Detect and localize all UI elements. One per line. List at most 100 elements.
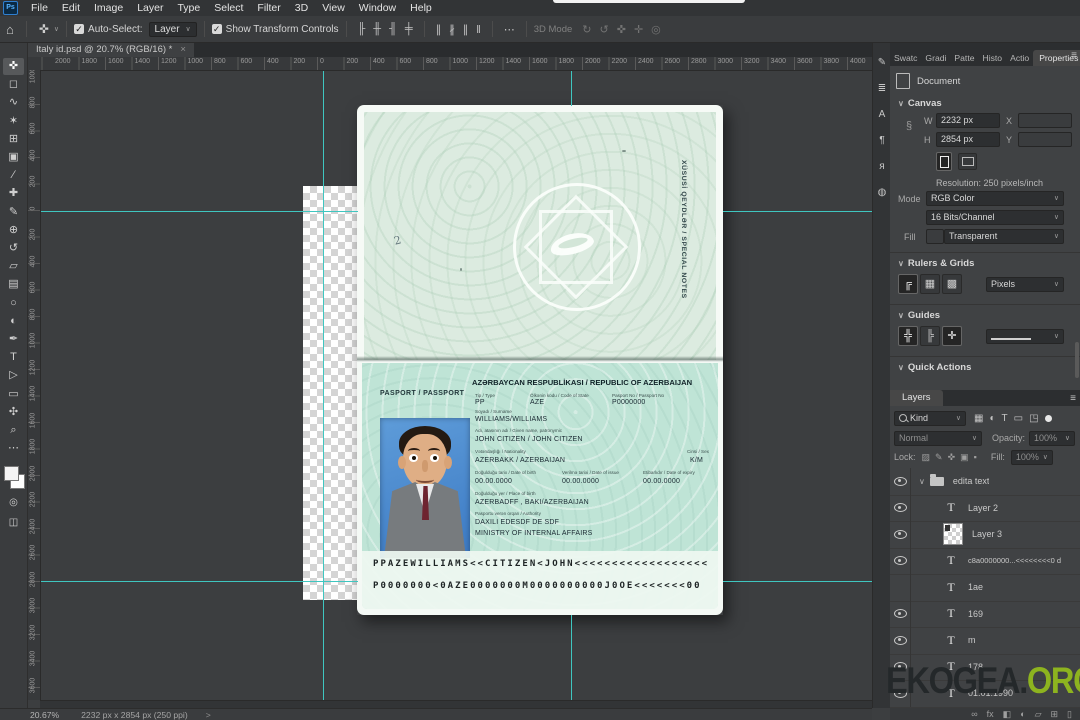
align-2-icon[interactable]: ╢ [389,23,397,35]
vertical-ruler[interactable]: 1000 800 600 400 200 0 200 400 600 800 1000 1200 140… [27,70,41,700]
eyedropper-tool[interactable]: ∕ [3,167,24,184]
filter-adjustment-layers-icon[interactable]: ◐ [989,413,995,424]
dodge-tool[interactable]: ◐ [3,313,24,330]
foreground-color-swatch[interactable] [4,466,19,481]
distribute-2-icon[interactable]: ∥ [463,24,469,36]
zoom-level[interactable]: 20.67% [30,710,59,720]
guides-section-header[interactable]: ∨ Guides [898,310,940,321]
menu-image[interactable]: Image [87,1,130,15]
object-selection-tool[interactable]: ✶ [3,113,24,130]
pen-tool[interactable]: ✒ [3,331,24,348]
group-expand-caret[interactable]: ∨ [919,477,925,486]
visibility-toggle[interactable] [890,468,911,495]
layer-filter-dropdown[interactable]: Kind ∨ [894,410,966,426]
menu-file[interactable]: File [24,1,55,15]
toggle-smart-guides-button[interactable]: ╠ [920,326,940,346]
character-panel-icon[interactable]: A [875,108,889,122]
type-tool[interactable]: T [3,349,24,366]
color-mode-dropdown[interactable]: RGB Color ∨ [926,191,1064,206]
visibility-toggle[interactable] [890,521,911,548]
menu-type[interactable]: Type [170,1,207,15]
layer-row[interactable]: T 178 [890,653,1080,681]
move-tool[interactable]: ✜ [3,58,24,75]
tab-gradi[interactable]: Gradi [921,50,950,66]
menu-help[interactable]: Help [403,1,439,15]
horizontal-guide-1-left[interactable] [40,211,358,212]
units-dropdown[interactable]: Pixels ∨ [986,277,1064,292]
toolbar-more[interactable]: ⋯ [3,440,24,457]
new-layer-icon[interactable]: ⊞ [1051,708,1059,720]
link-dimensions-icon[interactable]: § [906,120,912,132]
distribute-3-icon[interactable]: ‖ [476,24,481,36]
tab-histo[interactable]: Histo [979,50,1007,66]
distribute-1-icon[interactable]: ∦ [449,24,455,36]
lock-artboard-icon[interactable]: ▣ [960,452,969,463]
move-tool-icon[interactable]: ✜ [39,22,49,36]
toggle-snap-button[interactable]: ▩ [942,274,962,294]
horizontal-guide-2-left[interactable] [40,581,358,582]
menu-select[interactable]: Select [207,1,250,15]
adjustments-panel-icon[interactable]: ≣ [875,82,889,96]
eraser-tool[interactable]: ▱ [3,258,24,275]
menu-view[interactable]: View [315,1,352,15]
blur-tool[interactable]: ○ [3,295,24,312]
lasso-tool[interactable]: ∿ [3,94,24,111]
lock-transparency-icon[interactable]: ▨ [922,452,931,463]
filter-shape-layers-icon[interactable]: ▭ [1014,413,1023,424]
lock-guides-button[interactable]: ✛ [942,326,962,346]
align-3-icon[interactable]: ╪ [405,23,413,35]
layer-effects-icon[interactable]: fx [987,708,994,720]
document-tab[interactable]: Italy id.psd @ 20.7% (RGB/16) * × [28,42,194,57]
marquee-tool[interactable]: ◻ [3,76,24,93]
layer-row[interactable]: T Layer 2 [890,494,1080,522]
adjustment-layer-icon[interactable]: ◐ [1020,708,1025,720]
threed-4-icon[interactable]: ◎ [651,24,661,36]
layer-row[interactable]: T 01.01.1990 [890,680,1080,708]
menu-filter[interactable]: Filter [250,1,287,15]
more-options-icon[interactable]: ⋯ [504,23,515,36]
layer-row[interactable]: T 1ae [890,574,1080,602]
panel-menu-icon[interactable]: ≡ [1071,50,1077,61]
visibility-toggle[interactable] [890,574,911,601]
visibility-toggle[interactable] [890,680,911,707]
align-0-icon[interactable]: ╟ [358,23,366,35]
menu-window[interactable]: Window [352,1,403,15]
menu-edit[interactable]: Edit [55,1,87,15]
fill-dropdown[interactable]: Transparent ∨ [944,229,1064,244]
landscape-orientation-button[interactable] [958,153,977,170]
lock-position-icon[interactable]: ✜ [948,452,956,463]
horizontal-guide-1-right[interactable] [723,211,872,212]
visibility-toggle[interactable] [890,627,911,654]
visibility-toggle[interactable] [890,494,911,521]
layer-row[interactable]: Tc8a0000000...<<<<<<<<0 d [890,547,1080,575]
properties-scrollbar[interactable] [1075,342,1079,378]
distribute-0-icon[interactable]: ∥ [436,24,442,36]
path-selection-tool[interactable]: ▷ [3,367,24,384]
toggle-grid-button[interactable]: ▦ [920,274,940,294]
libraries-panel-icon[interactable]: ◍ [875,186,889,200]
lock-pixels-icon[interactable]: ✎ [935,452,943,463]
height-input[interactable]: 2854 px [936,132,1000,147]
filter-type-layers-icon[interactable]: T [1002,413,1008,424]
layers-menu-icon[interactable]: ≡ [1070,393,1076,404]
layer-row[interactable]: ∨ edita text [890,468,1080,496]
threed-3-icon[interactable]: ✛ [634,24,643,36]
filter-pixel-layers-icon[interactable]: ▦ [974,413,983,424]
horizontal-guide-2-right[interactable] [723,581,872,582]
tab-layers[interactable]: Layers [890,390,943,406]
portrait-orientation-button[interactable] [936,152,952,171]
threed-0-icon[interactable]: ↻ [582,24,591,36]
glyphs-panel-icon[interactable]: я [875,160,889,174]
tab-actio[interactable]: Actio [1006,50,1033,66]
rectangle-tool[interactable]: ▭ [3,386,24,403]
screen-mode-icon[interactable]: ◫ [3,514,24,531]
vertical-guide-2-top[interactable] [571,70,572,106]
fill-swatch[interactable] [926,229,944,244]
visibility-toggle[interactable] [890,547,911,574]
auto-select-target-dropdown[interactable]: Layer ∨ [148,21,197,37]
delete-layer-icon[interactable]: ▯ [1067,708,1072,720]
home-icon[interactable]: ⌂ [6,22,14,37]
tab-patte[interactable]: Patte [950,50,978,66]
auto-select-checkbox[interactable]: ✓ [74,24,85,34]
gradient-tool[interactable]: ▤ [3,276,24,293]
